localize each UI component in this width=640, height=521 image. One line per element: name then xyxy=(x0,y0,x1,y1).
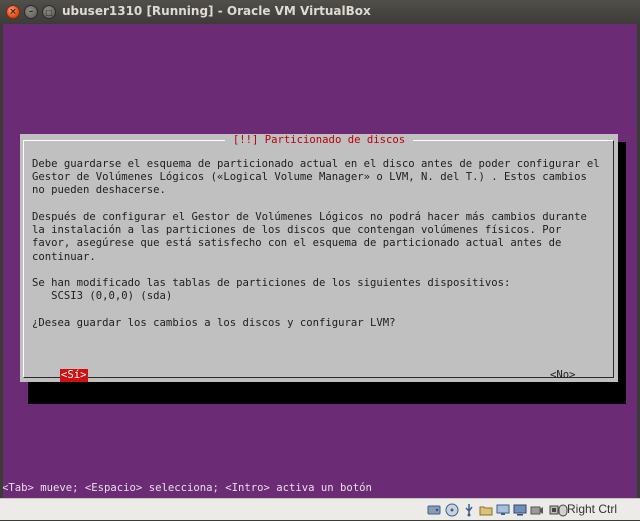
minimize-window-button[interactable]: – xyxy=(24,5,38,19)
window-titlebar: × – □ ubuser1310 [Running] - Oracle VM V… xyxy=(0,0,640,24)
keyboard-hint: <Tab> mueve; <Espacio> selecciona; <Intr… xyxy=(3,482,372,494)
paragraph-lvm-warning: Después de configurar el Gestor de Volúm… xyxy=(32,211,587,263)
vm-statusbar: Right Ctrl xyxy=(0,498,640,520)
confirm-question: ¿Desea guardar los cambios a los discos … xyxy=(32,317,396,329)
shared-folders-icon[interactable] xyxy=(479,503,493,517)
usb-icon[interactable] xyxy=(462,503,476,517)
close-window-button[interactable]: × xyxy=(6,5,20,19)
dialog-title-bar: [!!] Particionado de discos xyxy=(20,134,618,147)
video-capture-icon[interactable] xyxy=(530,503,544,517)
maximize-window-button[interactable]: □ xyxy=(42,5,56,19)
paragraph-save-scheme: Debe guardarse el esquema de particionad… xyxy=(32,158,600,197)
hard-disk-icon[interactable] xyxy=(427,503,441,517)
paragraph-modified-devices: Se han modificado las tablas de particio… xyxy=(32,277,511,303)
network-icon[interactable] xyxy=(496,503,510,517)
display-icon[interactable] xyxy=(513,503,527,517)
no-button[interactable]: <No> xyxy=(550,369,576,382)
window-title: ubuser1310 [Running] - Oracle VM Virtual… xyxy=(62,4,371,18)
vm-screen[interactable]: [!!] Particionado de discos Debe guardar… xyxy=(3,24,637,498)
partition-dialog: [!!] Particionado de discos Debe guardar… xyxy=(20,134,618,382)
host-key-label: Right Ctrl xyxy=(567,502,618,516)
optical-drive-icon[interactable] xyxy=(445,503,459,517)
dialog-title: [!!] Particionado de discos xyxy=(224,134,414,146)
yes-button[interactable]: <Sí> xyxy=(60,369,88,382)
